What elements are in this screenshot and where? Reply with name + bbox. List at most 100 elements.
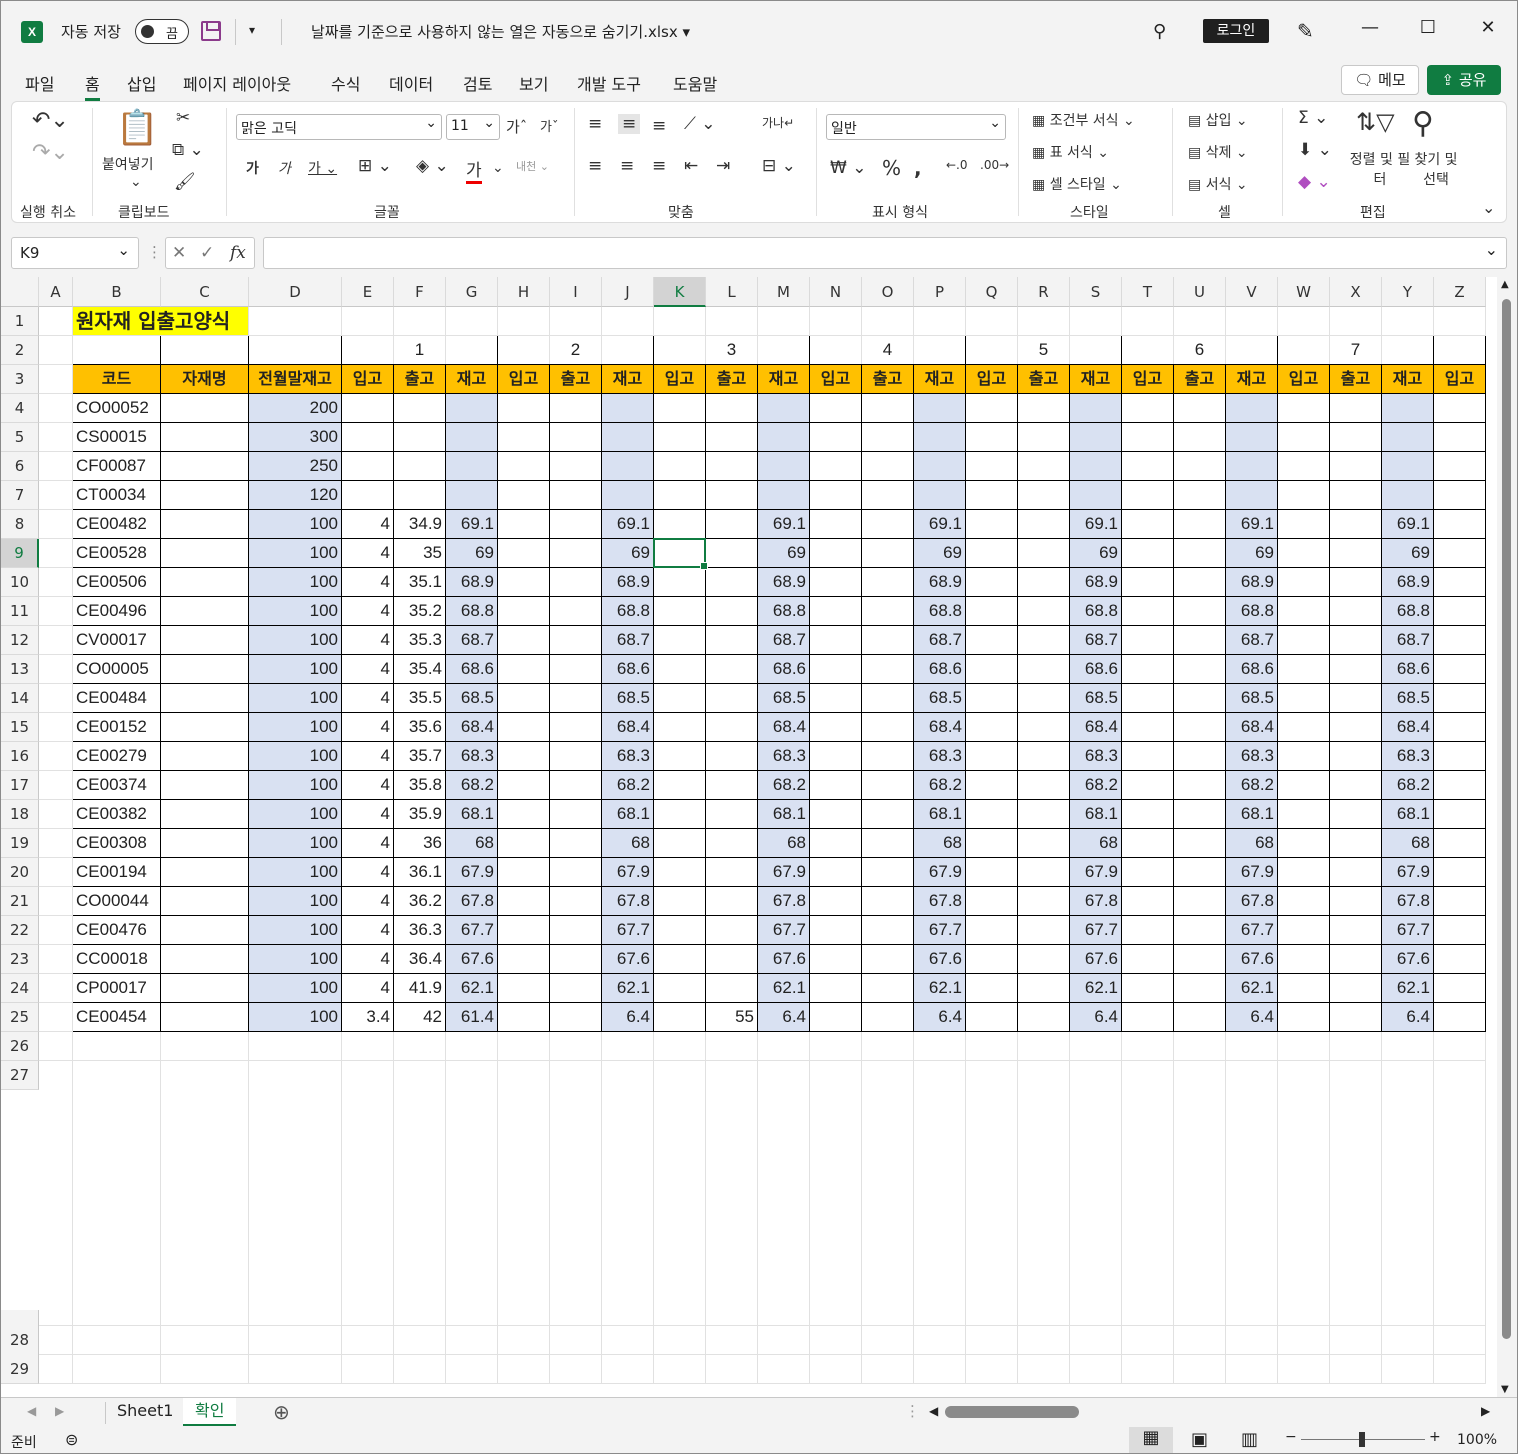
cell-w14[interactable]: [1278, 684, 1330, 713]
minimize-icon[interactable]: —: [1355, 17, 1385, 38]
cell-x25[interactable]: [1330, 1003, 1382, 1032]
cell-m17[interactable]: 68.2: [758, 771, 810, 800]
row-header-12[interactable]: 12: [1, 626, 39, 655]
cell-j24[interactable]: 62.1: [602, 974, 654, 1003]
cell-e19[interactable]: 4: [342, 829, 394, 858]
grid-cell[interactable]: [1174, 1355, 1226, 1384]
grid-cell[interactable]: [1070, 307, 1122, 336]
cell-q9[interactable]: [966, 539, 1018, 568]
grid-cell[interactable]: [706, 1355, 758, 1384]
cell-z23[interactable]: [1434, 945, 1486, 974]
cell-n10[interactable]: [810, 568, 862, 597]
cell-u11[interactable]: [1174, 597, 1226, 626]
cell-m10[interactable]: 68.9: [758, 568, 810, 597]
grid-cell[interactable]: [39, 945, 73, 974]
cell-f21[interactable]: 36.2: [394, 887, 446, 916]
header-balance[interactable]: 재고: [446, 365, 498, 394]
cell-y4[interactable]: [1382, 394, 1434, 423]
cell-code[interactable]: CE00482: [73, 510, 161, 539]
row-header-25[interactable]: 25: [1, 1003, 39, 1032]
cell-prev-stock[interactable]: 100: [249, 742, 342, 771]
cell-t6[interactable]: [1122, 452, 1174, 481]
cell-h13[interactable]: [498, 655, 550, 684]
cell-s24[interactable]: 62.1: [1070, 974, 1122, 1003]
customize-quick-access-icon[interactable]: ▾: [249, 23, 255, 37]
cell-p24[interactable]: 62.1: [914, 974, 966, 1003]
cell-r13[interactable]: [1018, 655, 1070, 684]
column-header-n[interactable]: N: [810, 277, 862, 307]
cell-g11[interactable]: 68.8: [446, 597, 498, 626]
header-prev-stock[interactable]: 전월말재고: [249, 365, 342, 394]
cell-t8[interactable]: [1122, 510, 1174, 539]
cell-g4[interactable]: [446, 394, 498, 423]
cell-code[interactable]: CS00015: [73, 423, 161, 452]
format-as-table-button[interactable]: ▦ 표 서식 ⌄: [1032, 142, 1109, 162]
search-icon[interactable]: ⚲: [1153, 21, 1166, 42]
decrease-decimal-icon[interactable]: .00→: [980, 158, 1009, 172]
cell-o7[interactable]: [862, 481, 914, 510]
cell-m14[interactable]: 68.5: [758, 684, 810, 713]
cell-k17[interactable]: [654, 771, 706, 800]
cell-code[interactable]: CO00052: [73, 394, 161, 423]
grid-cell[interactable]: [862, 1061, 914, 1326]
cell-w15[interactable]: [1278, 713, 1330, 742]
cell-w10[interactable]: [1278, 568, 1330, 597]
cell-z10[interactable]: [1434, 568, 1486, 597]
cell-m9[interactable]: 69: [758, 539, 810, 568]
cell-n19[interactable]: [810, 829, 862, 858]
cell-i11[interactable]: [550, 597, 602, 626]
grid-cell[interactable]: [1226, 1355, 1278, 1384]
cell-i21[interactable]: [550, 887, 602, 916]
cell-r17[interactable]: [1018, 771, 1070, 800]
grid-cell[interactable]: [1226, 1326, 1278, 1355]
grid-cell[interactable]: [39, 510, 73, 539]
cell-z18[interactable]: [1434, 800, 1486, 829]
cell-r10[interactable]: [1018, 568, 1070, 597]
cell-l17[interactable]: [706, 771, 758, 800]
cell-m23[interactable]: 67.6: [758, 945, 810, 974]
grid-cell[interactable]: [966, 1061, 1018, 1326]
cell-w6[interactable]: [1278, 452, 1330, 481]
cell-h24[interactable]: [498, 974, 550, 1003]
cell-x7[interactable]: [1330, 481, 1382, 510]
grid-cell[interactable]: [1122, 307, 1174, 336]
cell-r19[interactable]: [1018, 829, 1070, 858]
column-header-g[interactable]: G: [446, 277, 498, 307]
grid-cell[interactable]: [1018, 1061, 1070, 1326]
cell-v7[interactable]: [1226, 481, 1278, 510]
column-header-j[interactable]: J: [602, 277, 654, 307]
cell-y17[interactable]: 68.2: [1382, 771, 1434, 800]
cell-b2[interactable]: [73, 336, 161, 365]
cell-z4[interactable]: [1434, 394, 1486, 423]
fill-color-icon[interactable]: ◈ ⌄: [416, 156, 449, 176]
cell-t22[interactable]: [1122, 916, 1174, 945]
cell-code[interactable]: CE00476: [73, 916, 161, 945]
cell-s6[interactable]: [1070, 452, 1122, 481]
cell-j17[interactable]: 68.2: [602, 771, 654, 800]
grid-cell[interactable]: [706, 307, 758, 336]
cell-m7[interactable]: [758, 481, 810, 510]
cell-g25[interactable]: 61.4: [446, 1003, 498, 1032]
cell-s12[interactable]: 68.7: [1070, 626, 1122, 655]
cell-l22[interactable]: [706, 916, 758, 945]
grid-cell[interactable]: [1018, 1032, 1070, 1061]
cell-u21[interactable]: [1174, 887, 1226, 916]
cell-e11[interactable]: 4: [342, 597, 394, 626]
cell-j19[interactable]: 68: [602, 829, 654, 858]
cell-g6[interactable]: [446, 452, 498, 481]
cell-j13[interactable]: 68.6: [602, 655, 654, 684]
cell-r8[interactable]: [1018, 510, 1070, 539]
cell-j15[interactable]: 68.4: [602, 713, 654, 742]
row-header-9[interactable]: 9: [1, 539, 39, 568]
cell-x11[interactable]: [1330, 597, 1382, 626]
paste-icon[interactable]: 📋: [116, 108, 158, 148]
cell-l12[interactable]: [706, 626, 758, 655]
cell-v12[interactable]: 68.7: [1226, 626, 1278, 655]
cell-material-name[interactable]: [161, 481, 249, 510]
cell-f24[interactable]: 41.9: [394, 974, 446, 1003]
cell-i7[interactable]: [550, 481, 602, 510]
grid-cell[interactable]: [73, 1355, 161, 1384]
document-title[interactable]: 날짜를 기준으로 사용하지 않는 열은 자동으로 숨기기.xlsx ▾: [311, 21, 690, 42]
cell-r24[interactable]: [1018, 974, 1070, 1003]
cell-q14[interactable]: [966, 684, 1018, 713]
